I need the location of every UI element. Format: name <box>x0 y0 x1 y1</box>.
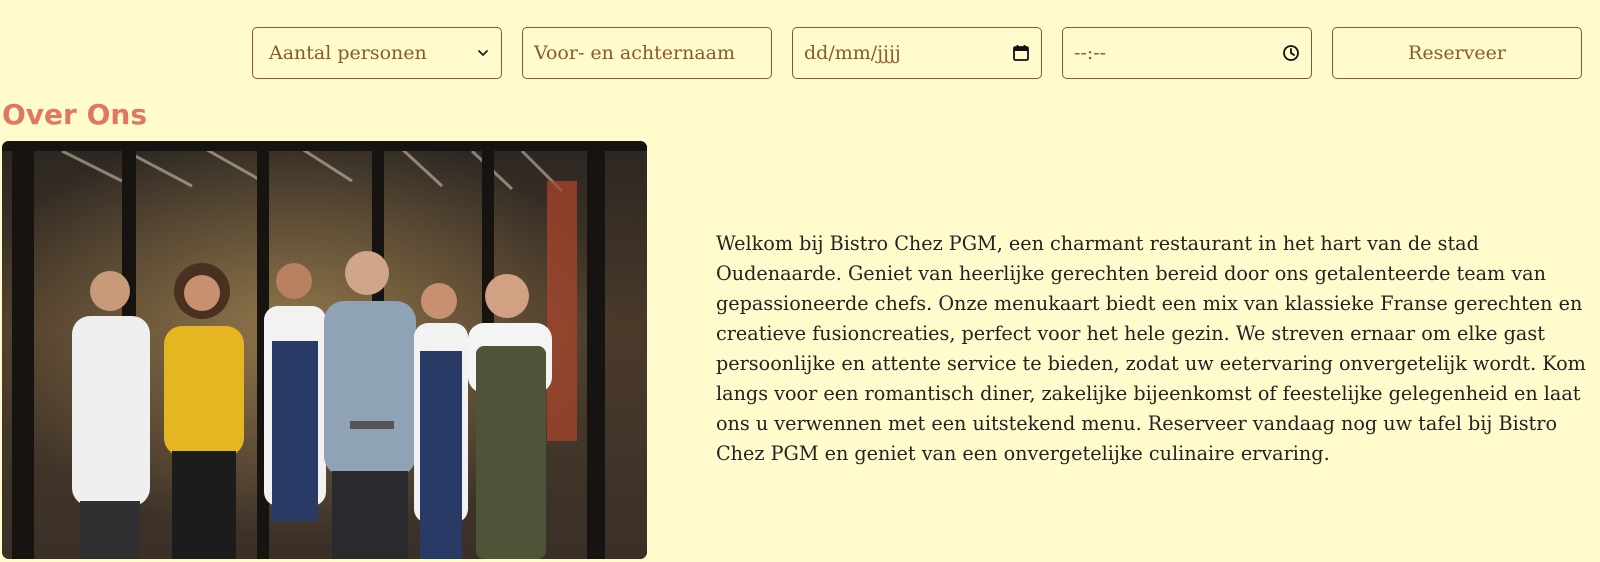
section-title: Over Ons <box>2 98 148 131</box>
name-input-placeholder: Voor- en achternaam <box>534 42 735 64</box>
clock-icon[interactable] <box>1282 44 1300 62</box>
chevron-down-icon <box>476 46 490 60</box>
team-photo <box>2 141 647 559</box>
persons-select-value: Aantal personen <box>269 42 427 64</box>
reserve-button[interactable]: Reserveer <box>1332 27 1582 79</box>
team-photo-illustration <box>2 141 647 559</box>
time-input[interactable]: --:-- <box>1062 27 1312 79</box>
persons-select[interactable]: Aantal personen <box>252 27 502 79</box>
date-input-placeholder: dd/mm/jjjj <box>804 42 901 64</box>
time-input-placeholder: --:-- <box>1074 42 1107 64</box>
page: Aantal personen Voor- en achternaam dd/m… <box>0 0 1600 562</box>
calendar-icon[interactable] <box>1012 44 1030 62</box>
date-input[interactable]: dd/mm/jjjj <box>792 27 1042 79</box>
name-input[interactable]: Voor- en achternaam <box>522 27 772 79</box>
about-text: Welkom bij Bistro Chez PGM, een charmant… <box>716 232 1586 465</box>
